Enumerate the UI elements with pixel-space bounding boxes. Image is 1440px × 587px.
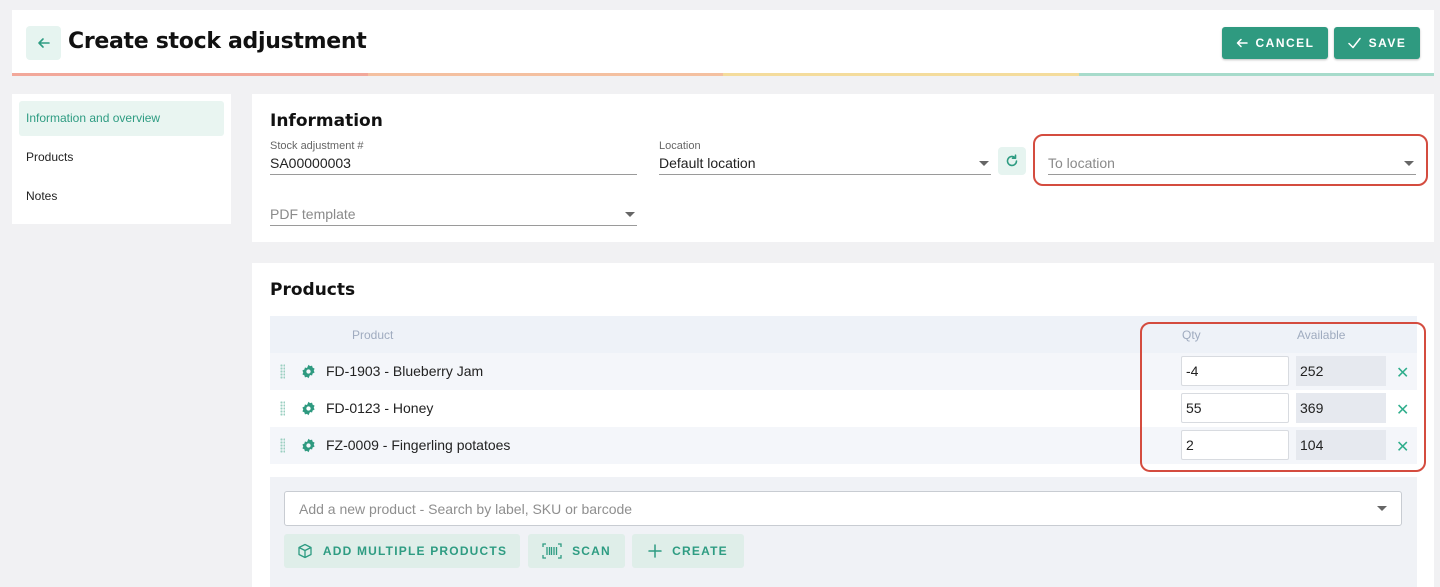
product-name: FD-0123 - Honey (326, 400, 434, 416)
information-card: Information Stock adjustment # SA0000000… (252, 94, 1434, 242)
refresh-icon (1006, 154, 1018, 167)
arrow-left-icon (37, 38, 50, 48)
available-value: 104 (1296, 430, 1386, 460)
gear-icon[interactable] (301, 438, 316, 453)
pdf-template-select[interactable]: PDF template (270, 198, 637, 226)
nav-item-products[interactable]: Products (19, 140, 224, 175)
product-name: FD-1903 - Blueberry Jam (326, 363, 484, 379)
save-button-label: SAVE (1368, 36, 1407, 50)
create-label: CREATE (672, 544, 728, 558)
remove-row-icon[interactable]: ✕ (1396, 363, 1409, 383)
section-nav: Information and overview Products Notes (12, 94, 231, 224)
information-title: Information (270, 111, 383, 131)
add-multiple-products-button[interactable]: ADD MULTIPLE PRODUCTS (284, 534, 520, 568)
drag-handle-icon[interactable] (280, 401, 285, 416)
available-value: 369 (1296, 393, 1386, 423)
header-progress-stripe (12, 73, 1434, 76)
column-header-available: Available (1297, 328, 1346, 342)
stripe-segment (1078, 73, 1434, 76)
stock-adjustment-number-field[interactable]: Stock adjustment # SA00000003 (270, 140, 637, 175)
product-name: FZ-0009 - Fingerling potatoes (326, 437, 511, 453)
chevron-down-icon (1404, 161, 1414, 166)
products-card: Products Product Qty Available FD-1903 -… (252, 263, 1434, 587)
stripe-segment (367, 73, 723, 76)
products-table-header: Product Qty Available (270, 316, 1417, 353)
location-label: Location (659, 140, 701, 152)
drag-handle-icon[interactable] (280, 438, 285, 453)
page-title: Create stock adjustment (68, 29, 367, 54)
cancel-button[interactable]: CANCEL (1222, 27, 1328, 59)
page-header: Create stock adjustment CANCEL SAVE (12, 10, 1434, 76)
gear-icon[interactable] (301, 401, 316, 416)
gear-icon[interactable] (301, 364, 316, 379)
cancel-button-label: CANCEL (1255, 36, 1315, 50)
qty-input[interactable]: -4 (1181, 356, 1289, 386)
table-row: FD-1903 - Blueberry Jam -4 252 ✕ (270, 353, 1417, 390)
arrow-left-icon (1236, 38, 1248, 48)
nav-item-information[interactable]: Information and overview (19, 101, 224, 136)
table-row: FD-0123 - Honey 55 369 ✕ (270, 390, 1417, 427)
scan-label: SCAN (572, 544, 611, 558)
to-location-select[interactable]: To location (1048, 140, 1416, 175)
stripe-segment (723, 73, 1079, 76)
back-button[interactable] (26, 26, 61, 60)
box-icon (298, 543, 312, 559)
add-multiple-products-label: ADD MULTIPLE PRODUCTS (322, 544, 508, 558)
barcode-icon (542, 543, 562, 559)
location-value: Default location (659, 155, 756, 171)
remove-row-icon[interactable]: ✕ (1396, 437, 1409, 457)
column-header-qty: Qty (1182, 328, 1201, 342)
nav-item-notes[interactable]: Notes (19, 179, 224, 214)
remove-row-icon[interactable]: ✕ (1396, 400, 1409, 420)
product-search-select[interactable]: Add a new product - Search by label, SKU… (284, 491, 1402, 526)
create-product-button[interactable]: CREATE (632, 534, 744, 568)
plus-icon (648, 544, 662, 558)
product-search-placeholder: Add a new product - Search by label, SKU… (299, 501, 633, 517)
products-title: Products (270, 280, 356, 300)
refresh-location-button[interactable] (998, 147, 1026, 175)
drag-handle-icon[interactable] (280, 364, 285, 379)
chevron-down-icon (625, 212, 635, 217)
save-button[interactable]: SAVE (1334, 27, 1420, 59)
chevron-down-icon (979, 161, 989, 166)
add-product-area: Add a new product - Search by label, SKU… (270, 477, 1417, 587)
stripe-segment (12, 73, 368, 76)
qty-input[interactable]: 2 (1181, 430, 1289, 460)
stock-adjustment-number-label: Stock adjustment # (270, 140, 364, 152)
table-row: FZ-0009 - Fingerling potatoes 2 104 ✕ (270, 427, 1417, 464)
to-location-placeholder: To location (1048, 155, 1115, 171)
stock-adjustment-number-value: SA00000003 (270, 155, 351, 171)
pdf-template-placeholder: PDF template (270, 206, 356, 222)
available-value: 252 (1296, 356, 1386, 386)
chevron-down-icon (1377, 506, 1387, 511)
column-header-product: Product (352, 328, 394, 342)
location-select[interactable]: Location Default location (659, 140, 991, 175)
qty-input[interactable]: 55 (1181, 393, 1289, 423)
scan-button[interactable]: SCAN (528, 534, 625, 568)
check-icon (1347, 37, 1361, 49)
